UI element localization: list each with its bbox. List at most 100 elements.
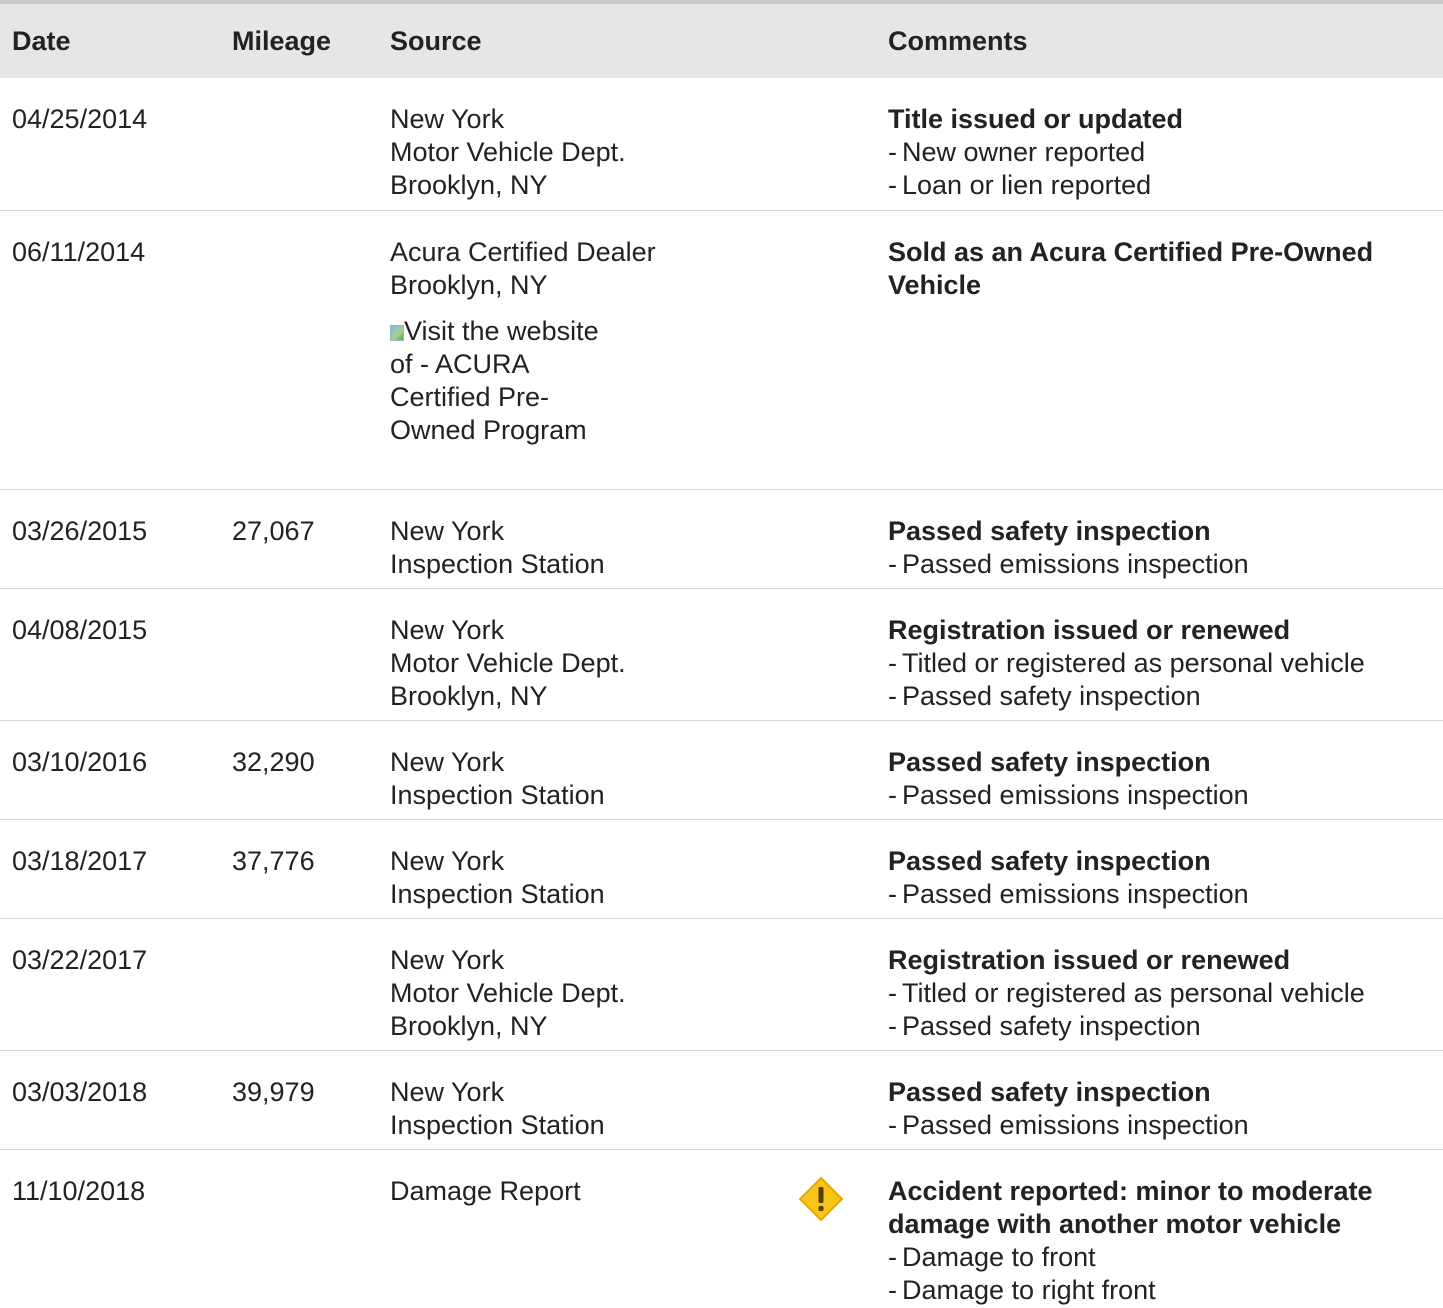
comment-detail: - Titled or registered as personal vehicl… [888,978,1365,1008]
source-line: New York [390,1077,505,1107]
row-mileage: 39,979 [232,1077,315,1107]
detail-dash: - [888,137,897,167]
table-row: 04/25/2014 New York Motor Vehicle Dept. … [0,78,1443,211]
row-comments: Passed safety inspection - Passed emissio… [888,746,1433,812]
comment-title: Passed safety inspection [888,747,1211,777]
detail-dash: - [888,549,897,579]
comment-detail: - Damage to right front [888,1275,1156,1305]
source-line: Inspection Station [390,780,605,810]
comment-title: Registration issued or renewed [888,945,1291,975]
row-comments: Sold as an Acura Certified Pre-Owned Veh… [888,236,1433,302]
table-row: 03/26/2015 27,067 New York Inspection St… [0,490,1443,589]
comment-title: Vehicle [888,270,982,300]
row-source: New York Motor Vehicle Dept. Brooklyn, N… [390,614,800,713]
comment-detail: - Passed safety inspection [888,681,1201,711]
row-comments: Title issued or updated - New owner repor… [888,103,1433,202]
source-line: Motor Vehicle Dept. [390,648,626,678]
source-line: Damage Report [390,1176,581,1206]
source-line: Acura Certified Dealer [390,237,656,267]
detail-dash: - [888,648,897,678]
row-comments: Registration issued or renewed - Titled o… [888,614,1433,713]
detail-dash: - [888,170,897,200]
source-line: New York [390,846,505,876]
detail-dash: - [888,1011,897,1041]
comment-detail: - New owner reported [888,137,1146,167]
source-line: Inspection Station [390,1110,605,1140]
row-source: New York Motor Vehicle Dept. Brooklyn, N… [390,103,800,202]
comment-detail: - Titled or registered as personal vehicl… [888,648,1365,678]
detail-dash: - [888,1275,897,1305]
row-date: 03/03/2018 [12,1077,148,1107]
source-line: Brooklyn, NY [390,170,548,200]
row-comments: Registration issued or renewed - Titled o… [888,944,1433,1043]
row-source: New York Inspection Station [390,1076,800,1142]
row-mileage: 32,290 [232,747,315,777]
table-row: 03/03/2018 39,979 New York Inspection St… [0,1051,1443,1150]
detail-dash: - [888,879,897,909]
comment-title: Passed safety inspection [888,1077,1211,1107]
comment-detail: - Damage to front [888,1242,1096,1272]
row-source: New York Inspection Station [390,845,800,911]
row-source: Acura Certified Dealer Brooklyn, NY Visi… [390,236,800,447]
source-line: Brooklyn, NY [390,1011,548,1041]
detail-dash: - [888,1110,897,1140]
acura-cpo-website-link[interactable]: Visit the website of - ACURA Certified P… [390,315,620,447]
source-line: New York [390,747,505,777]
row-date: 11/10/2018 [12,1176,146,1206]
warning-icon [798,1176,844,1222]
comment-detail: - Passed safety inspection [888,1011,1201,1041]
broken-image-icon [390,325,404,341]
source-line: Inspection Station [390,879,605,909]
comment-title: Passed safety inspection [888,516,1211,546]
detail-dash: - [888,1242,897,1272]
comment-title: Sold as an Acura Certified Pre-Owned [888,237,1374,267]
table-header: Date Mileage Source Comments [0,4,1443,78]
source-line: Brooklyn, NY [390,681,548,711]
row-date: 03/18/2017 [12,846,148,876]
row-date: 06/11/2014 [12,237,146,267]
row-source: Damage Report [390,1175,800,1208]
source-line: New York [390,615,505,645]
source-line: New York [390,104,505,134]
row-date: 04/25/2014 [12,104,148,134]
comment-title: damage with another motor vehicle [888,1209,1342,1239]
source-line: New York [390,945,505,975]
comment-detail: - Passed emissions inspection [888,549,1249,579]
row-mileage: 27,067 [232,516,315,546]
table-row: 06/11/2014 Acura Certified Dealer Brookl… [0,211,1443,490]
column-header-comments: Comments [888,26,1028,56]
table-row: 04/08/2015 New York Motor Vehicle Dept. … [0,589,1443,721]
row-date: 03/22/2017 [12,945,148,975]
row-date: 04/08/2015 [12,615,148,645]
table-row: 03/10/2016 32,290 New York Inspection St… [0,721,1443,820]
table-row: 03/18/2017 37,776 New York Inspection St… [0,820,1443,919]
column-header-mileage: Mileage [232,26,332,56]
detail-dash: - [888,681,897,711]
detail-dash: - [888,978,897,1008]
row-date: 03/26/2015 [12,516,148,546]
acura-cpo-link-text: Visit the website of - ACURA Certified P… [390,316,599,445]
column-header-source: Source [390,26,482,56]
row-comments: Passed safety inspection - Passed emissio… [888,1076,1433,1142]
table-row: 03/22/2017 New York Motor Vehicle Dept. … [0,919,1443,1051]
row-comments: Accident reported: minor to moderate dam… [888,1175,1433,1307]
comment-title: Title issued or updated [888,104,1184,134]
column-header-date: Date [12,26,71,56]
row-comments: Passed safety inspection - Passed emissio… [888,845,1433,911]
source-line: New York [390,516,505,546]
table-row: 11/10/2018 Damage Report Accident report… [0,1150,1443,1308]
source-line: Inspection Station [390,549,605,579]
row-mileage: 37,776 [232,846,315,876]
comment-detail: - Loan or lien reported [888,170,1152,200]
detail-dash: - [888,780,897,810]
comment-title: Accident reported: minor to moderate [888,1176,1373,1206]
comment-title: Registration issued or renewed [888,615,1291,645]
vehicle-history-table: Date Mileage Source Comments 04/25/2014 … [0,0,1443,1305]
comment-title: Passed safety inspection [888,846,1211,876]
comment-detail: - Passed emissions inspection [888,780,1249,810]
comment-detail: - Passed emissions inspection [888,1110,1249,1140]
row-source: New York Inspection Station [390,515,800,581]
source-line: Motor Vehicle Dept. [390,137,626,167]
comment-detail: - Passed emissions inspection [888,879,1249,909]
row-source: New York Motor Vehicle Dept. Brooklyn, N… [390,944,800,1043]
